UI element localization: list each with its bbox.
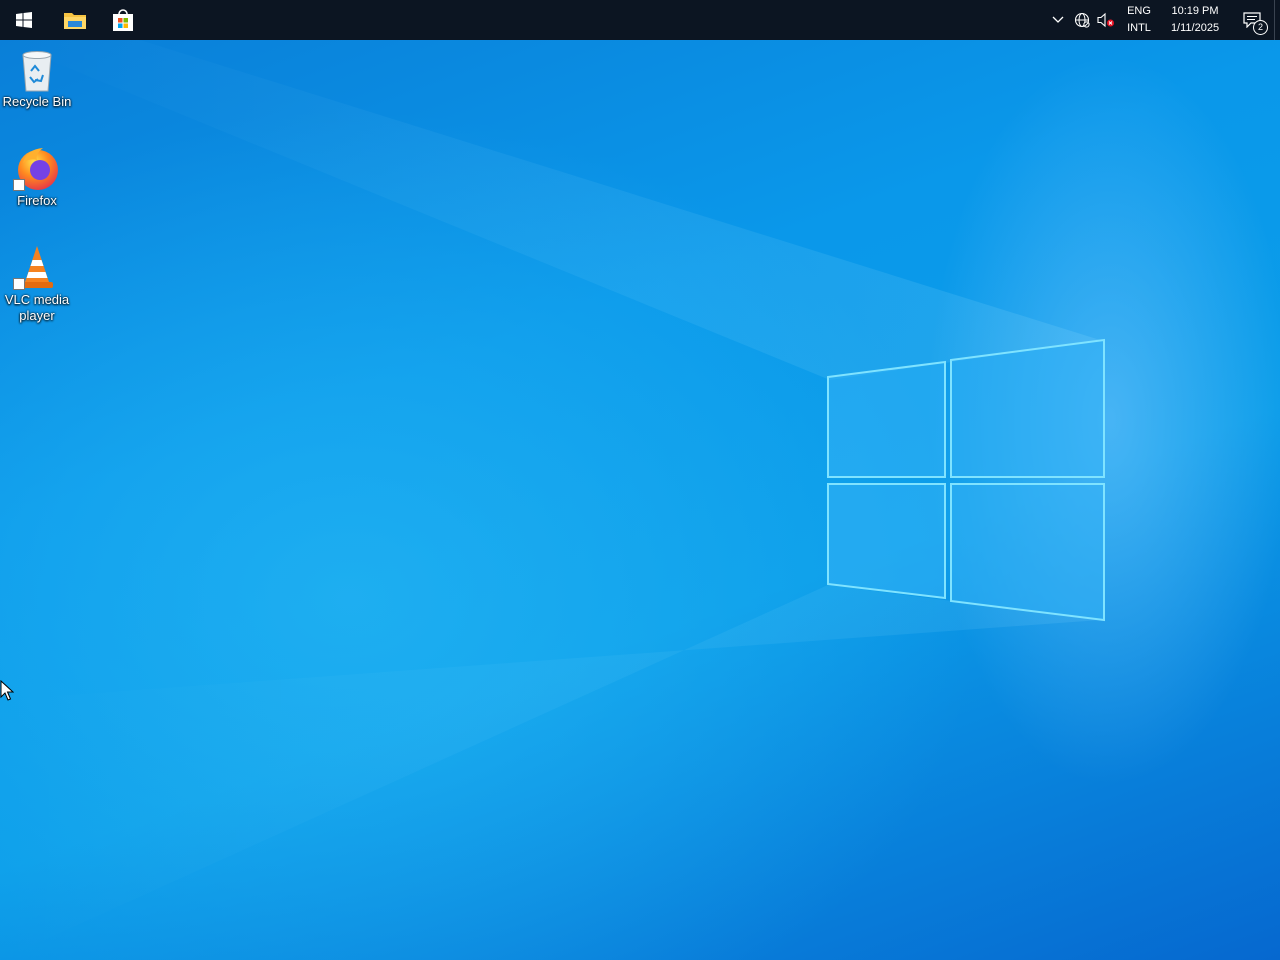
network-button[interactable] — [1070, 0, 1094, 40]
wallpaper — [0, 40, 1280, 960]
system-tray: ENG INTL 10:19 PM 1/11/2025 2 — [1046, 0, 1280, 40]
windows-logo-wallpaper — [0, 40, 1105, 960]
desktop-icon-firefox[interactable]: Firefox — [0, 145, 74, 209]
windows-logo-icon — [16, 12, 32, 28]
shortcut-arrow-icon — [13, 278, 25, 290]
start-button[interactable] — [0, 0, 48, 40]
chevron-up-icon — [1052, 16, 1064, 23]
shortcut-arrow-icon — [13, 179, 25, 191]
desktop-icon-recycle-bin[interactable]: Recycle Bin — [0, 46, 74, 110]
desktop-icon-vlc[interactable]: VLC media player — [0, 244, 74, 324]
desktop-icon-label-line2: player — [19, 308, 55, 323]
store-bag-icon — [113, 9, 133, 31]
desktop-icon-label: Firefox — [17, 193, 57, 208]
notification-count-badge: 2 — [1253, 20, 1268, 35]
show-desktop-button[interactable] — [1274, 0, 1280, 40]
desktop-icon-label-line1: VLC media — [4, 292, 70, 307]
input-language-indicator[interactable]: ENG INTL — [1122, 0, 1156, 40]
file-explorer-button[interactable] — [51, 0, 99, 40]
action-center-button[interactable]: 2 — [1230, 0, 1274, 40]
clock[interactable]: 10:19 PM 1/11/2025 — [1164, 0, 1226, 40]
taskbar: ENG INTL 10:19 PM 1/11/2025 2 — [0, 0, 1280, 40]
folder-icon — [64, 13, 86, 29]
mouse-cursor-icon — [0, 680, 14, 701]
desktop-screen: ENG INTL 10:19 PM 1/11/2025 2 Recycle Bi… — [0, 0, 1280, 960]
clock-time: 10:19 PM — [1171, 5, 1219, 17]
show-hidden-icons-button[interactable] — [1046, 0, 1070, 40]
language-code: ENG — [1127, 5, 1151, 17]
volume-muted-icon — [1097, 12, 1114, 28]
microsoft-store-button[interactable] — [99, 0, 147, 40]
volume-button[interactable] — [1094, 0, 1118, 40]
globe-network-icon — [1074, 12, 1090, 28]
recycle-bin-icon — [22, 51, 52, 92]
clock-date: 1/11/2025 — [1170, 22, 1220, 34]
keyboard-layout: INTL — [1127, 22, 1151, 34]
desktop-icon-label: Recycle Bin — [2, 94, 72, 109]
